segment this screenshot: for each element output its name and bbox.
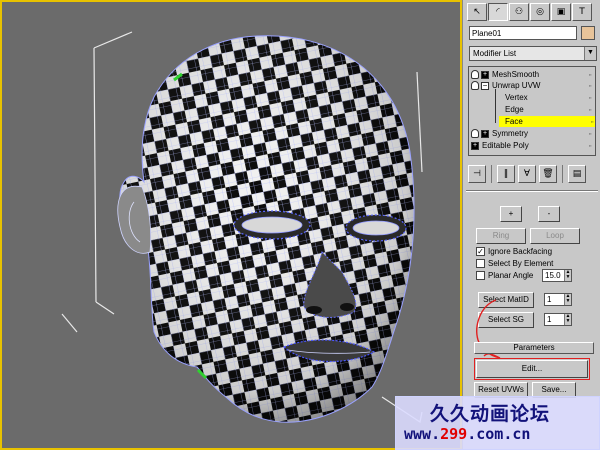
dots-icon: ∙∙ bbox=[588, 141, 593, 150]
toolbar-divider bbox=[562, 165, 563, 183]
create-tab[interactable]: ↖ bbox=[467, 3, 487, 21]
display-tab[interactable]: ▣ bbox=[551, 3, 571, 21]
stack-item-edge[interactable]: Edge ∙∙ bbox=[505, 104, 593, 115]
collapse-icon[interactable]: − bbox=[481, 81, 489, 90]
parameters-rollout-header[interactable]: Parameters bbox=[474, 342, 594, 354]
select-matid-value: 1 bbox=[547, 295, 552, 304]
expand-icon[interactable]: + bbox=[481, 70, 489, 79]
modifier-list-label: Modifier List bbox=[473, 49, 517, 58]
dots-icon: ∙∙ bbox=[588, 105, 593, 114]
spinner-arrows-icon[interactable]: ▲ ▼ bbox=[564, 314, 571, 325]
checkbox-icon bbox=[476, 259, 485, 269]
watermark-url: www.299.com.cn bbox=[404, 425, 531, 443]
select-sg-value: 1 bbox=[547, 315, 552, 324]
checkbox-checked-icon: ✓ bbox=[476, 247, 485, 257]
hierarchy-tab[interactable]: ⚇ bbox=[509, 3, 529, 21]
grow-selection-button[interactable]: + bbox=[500, 206, 522, 222]
stack-item-face[interactable]: Face ∙∙ bbox=[499, 116, 595, 127]
stack-tree-line bbox=[495, 89, 496, 123]
lightbulb-icon[interactable] bbox=[471, 81, 479, 91]
watermark-title: 久久动画论坛 bbox=[430, 403, 551, 425]
ignore-backfacing-checkbox[interactable]: ✓ Ignore Backfacing bbox=[476, 246, 552, 257]
spinner-arrows-icon[interactable]: ▲ ▼ bbox=[564, 294, 571, 305]
chevron-down-icon: ▼ bbox=[584, 47, 596, 60]
remove-modifier-icon[interactable]: 🗑 bbox=[539, 165, 557, 183]
dots-icon: ∙∙ bbox=[590, 117, 595, 126]
object-color-swatch[interactable] bbox=[581, 26, 595, 40]
annotation-scribble bbox=[476, 299, 501, 359]
toolbar-divider bbox=[491, 165, 492, 183]
utilities-tab[interactable]: T bbox=[572, 3, 592, 21]
select-by-element-checkbox[interactable]: Select By Element bbox=[476, 258, 553, 269]
object-name-row: Plane01 bbox=[467, 26, 597, 40]
head-mesh-render bbox=[61, 31, 423, 423]
select-sg-spinner[interactable]: 1 ▲ ▼ bbox=[544, 313, 572, 326]
planar-angle-value: 15.0 bbox=[545, 271, 561, 280]
select-by-element-label: Select By Element bbox=[488, 259, 554, 268]
stack-item-label: Edge bbox=[505, 105, 524, 114]
expand-icon[interactable]: + bbox=[471, 141, 479, 150]
lightbulb-icon[interactable] bbox=[471, 70, 479, 80]
stack-item-vertex[interactable]: Vertex ∙∙ bbox=[505, 92, 593, 103]
object-name-field[interactable]: Plane01 bbox=[469, 26, 577, 40]
ignore-backfacing-label: Ignore Backfacing bbox=[488, 247, 553, 256]
modify-tab[interactable]: ◜ bbox=[488, 3, 508, 21]
stack-item-label: Vertex bbox=[505, 93, 528, 102]
make-unique-icon[interactable]: ∀ bbox=[518, 165, 536, 183]
motion-tab[interactable]: ◎ bbox=[530, 3, 550, 21]
eye-left bbox=[233, 210, 311, 240]
shrink-selection-button[interactable]: - bbox=[538, 206, 560, 222]
stack-item-meshsmooth[interactable]: + MeshSmooth ∙∙ bbox=[471, 69, 593, 80]
stack-item-label: Editable Poly bbox=[482, 141, 529, 150]
show-end-result-icon[interactable]: ‖ bbox=[497, 165, 515, 183]
modifier-stack[interactable]: + MeshSmooth ∙∙ − Unwrap UVW ∙∙ Vertex ∙∙ … bbox=[468, 66, 596, 156]
perspective-viewport[interactable] bbox=[0, 0, 462, 450]
stack-item-unwrap-uvw[interactable]: − Unwrap UVW ∙∙ bbox=[471, 80, 593, 91]
stack-toolbar: ⊣ ‖ ∀ 🗑 ▤ bbox=[468, 164, 596, 184]
modifier-list-dropdown[interactable]: Modifier List ▼ bbox=[469, 46, 597, 61]
panel-divider bbox=[466, 190, 598, 192]
dots-icon: ∙∙ bbox=[588, 129, 593, 138]
pin-stack-icon[interactable]: ⊣ bbox=[468, 165, 486, 183]
stack-item-symmetry[interactable]: + Symmetry ∙∙ bbox=[471, 128, 593, 139]
edit-uvw-button[interactable]: Edit... bbox=[474, 358, 590, 380]
watermark-logo: 久久动画论坛 www.299.com.cn bbox=[395, 396, 600, 450]
stack-item-label: MeshSmooth bbox=[492, 70, 540, 79]
ring-button[interactable]: Ring bbox=[476, 228, 526, 244]
loop-button[interactable]: Loop bbox=[530, 228, 580, 244]
planar-angle-label: Planar Angle bbox=[488, 271, 534, 280]
stack-item-label: Symmetry bbox=[492, 129, 528, 138]
dots-icon: ∙∙ bbox=[588, 93, 593, 102]
command-panel-tabs: ↖ ◜ ⚇ ◎ ▣ T bbox=[467, 3, 597, 21]
spinner-arrows-icon[interactable]: ▲ ▼ bbox=[564, 270, 571, 281]
planar-angle-spinner[interactable]: 15.0 ▲ ▼ bbox=[542, 269, 572, 282]
planar-angle-checkbox[interactable]: Planar Angle bbox=[476, 270, 533, 281]
stack-item-label: Unwrap UVW bbox=[492, 81, 541, 90]
dots-icon: ∙∙ bbox=[588, 70, 593, 79]
stack-item-label: Face bbox=[505, 117, 523, 126]
stack-item-editable-poly[interactable]: + Editable Poly ∙∙ bbox=[471, 140, 593, 151]
dots-icon: ∙∙ bbox=[588, 81, 593, 90]
checkbox-icon bbox=[476, 271, 485, 281]
eye-right bbox=[345, 214, 407, 242]
expand-icon[interactable]: + bbox=[481, 129, 489, 138]
configure-sets-icon[interactable]: ▤ bbox=[568, 165, 586, 183]
select-matid-spinner[interactable]: 1 ▲ ▼ bbox=[544, 293, 572, 306]
lightbulb-icon[interactable] bbox=[471, 129, 479, 139]
